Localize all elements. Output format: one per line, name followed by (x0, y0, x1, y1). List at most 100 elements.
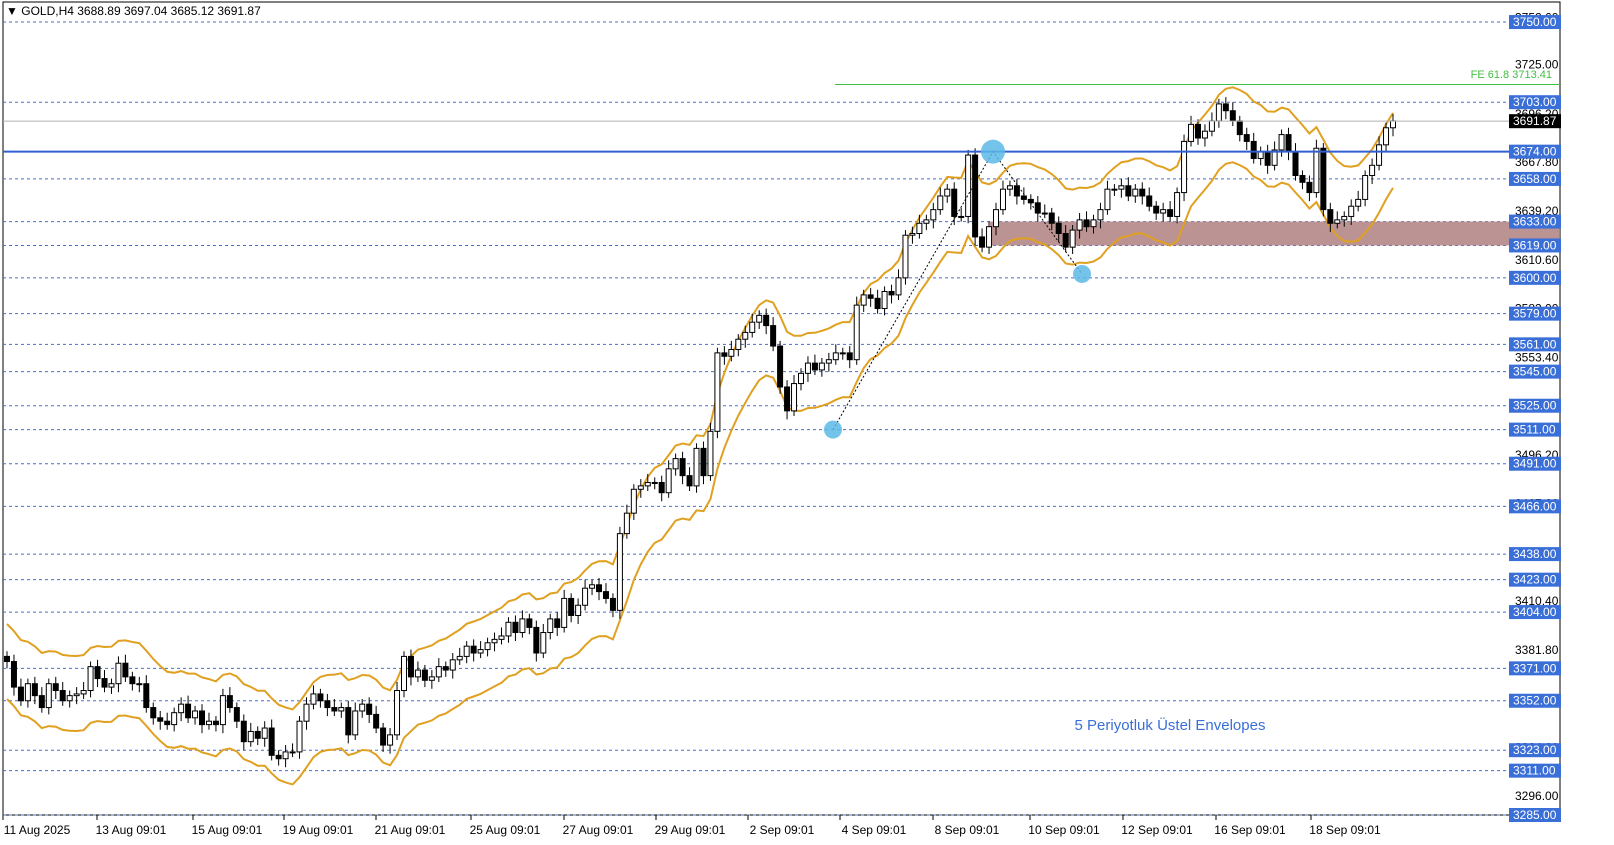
bull-candle (853, 304, 860, 361)
swing-marker (1073, 264, 1091, 283)
time-tick-label: 21 Aug 09:01 (375, 823, 446, 837)
bear-candle (366, 703, 373, 715)
bull-candle (902, 234, 909, 279)
level-label: 3311.00 (1513, 764, 1556, 778)
bull-candle (1348, 205, 1355, 217)
level-label: 3323.00 (1513, 743, 1557, 757)
bear-candle (1048, 212, 1055, 224)
level-gridlines (2, 1, 1561, 816)
level-label: 3511.00 (1513, 423, 1556, 437)
bull-candle (1383, 127, 1390, 146)
bull-candle (387, 734, 394, 746)
bear-candle (1250, 140, 1257, 159)
bear-candle (38, 695, 45, 709)
bull-candle (108, 683, 115, 688)
bull-candle (958, 215, 965, 218)
level-label: 3674.00 (1513, 145, 1557, 159)
bull-candle (352, 710, 359, 736)
plot-frame (2, 1, 1561, 816)
bull-candle (1118, 185, 1125, 190)
bear-candle (568, 597, 575, 616)
level-label: 3371.00 (1513, 661, 1557, 675)
bull-candle (1104, 188, 1111, 211)
bear-candle (373, 713, 380, 729)
bull-candle (1313, 147, 1320, 194)
bear-candle (686, 475, 693, 487)
bull-candle (547, 618, 554, 634)
bear-candle (129, 676, 136, 685)
bear-candle (777, 345, 784, 388)
bull-candle (582, 587, 589, 606)
symbol-ohlc-text: GOLD,H4 3688.89 3697.04 3685.12 3691.87 (21, 4, 261, 18)
bull-candle (999, 188, 1006, 211)
collapse-triangle-icon[interactable]: ▼ (6, 4, 18, 18)
bear-candle (254, 730, 261, 739)
bull-candle (1257, 151, 1264, 159)
bear-candle (101, 678, 108, 688)
bear-candle (275, 754, 282, 760)
bull-candle (1160, 209, 1167, 214)
bull-candle (1174, 192, 1181, 217)
bear-candle (233, 707, 240, 722)
time-tick-label: 2 Sep 09:01 (750, 823, 815, 837)
bull-candle (1097, 209, 1104, 221)
bear-candle (1299, 175, 1306, 183)
bull-candle (414, 669, 421, 678)
bull-candle (303, 703, 310, 722)
bear-candle (59, 690, 66, 702)
bull-candle (178, 703, 185, 714)
bull-candle (136, 683, 143, 686)
price-tick-label: 3296.00 (1515, 789, 1559, 803)
symbol-header: ▼ GOLD,H4 3688.89 3697.04 3685.12 3691.8… (6, 4, 261, 18)
time-tick-label: 11 Aug 2025 (4, 823, 71, 837)
bull-candle (742, 331, 749, 340)
envelope-label: 5 Periyotluk Üstel Envelopes (1075, 716, 1266, 734)
bull-candle (916, 222, 923, 235)
bull-candle (456, 655, 463, 661)
bull-candle (944, 188, 951, 197)
bear-candle (609, 597, 616, 611)
swing-markers (824, 139, 1091, 439)
bear-candle (679, 458, 686, 477)
bull-candle (986, 226, 993, 248)
bear-candle (268, 727, 275, 756)
bull-candle (895, 277, 902, 296)
bear-candle (1264, 151, 1271, 166)
bull-candle (993, 209, 1000, 228)
bull-candle (832, 352, 839, 361)
bear-candle (1146, 195, 1153, 207)
bull-candle (428, 676, 435, 681)
bear-candle (867, 294, 874, 299)
fib-label: FE 61.8 3713.41 (1471, 69, 1552, 81)
bull-candle (665, 468, 672, 494)
bull-candle (923, 219, 930, 224)
bear-candle (31, 683, 38, 697)
bull-candle (484, 642, 491, 651)
bull-candle (735, 338, 742, 350)
bull-candle (73, 693, 80, 697)
bear-candle (1055, 222, 1062, 235)
bull-candle (1181, 140, 1188, 194)
bear-candle (533, 626, 540, 654)
bear-candle (1062, 233, 1069, 248)
time-tick-label: 15 Aug 09:01 (192, 823, 263, 837)
bear-candle (10, 661, 17, 688)
time-tick-label: 16 Sep 09:01 (1214, 823, 1286, 837)
bear-candle (1236, 120, 1243, 136)
time-axis: 11 Aug 2025 13 Aug 09:01 15 Aug 09:01 19 Au… (2, 815, 1381, 837)
bear-candle (407, 655, 414, 678)
bull-candle (359, 703, 366, 712)
bull-candle (561, 597, 568, 628)
bull-candle (623, 512, 630, 535)
chart-area[interactable]: 3752.603725.003696.203667.803639.203610.… (0, 0, 1614, 840)
bear-candle (526, 618, 533, 628)
bull-candle (1201, 130, 1208, 139)
bull-candle (24, 683, 31, 702)
bear-candle (972, 154, 979, 238)
price-chart[interactable]: 3752.603725.003696.203667.803639.203610.… (0, 0, 1614, 840)
bull-candle (1208, 120, 1215, 132)
bull-candle (672, 458, 679, 470)
bear-candle (1167, 209, 1174, 217)
bear-candle (345, 707, 352, 736)
level-label: 3466.00 (1513, 499, 1557, 513)
